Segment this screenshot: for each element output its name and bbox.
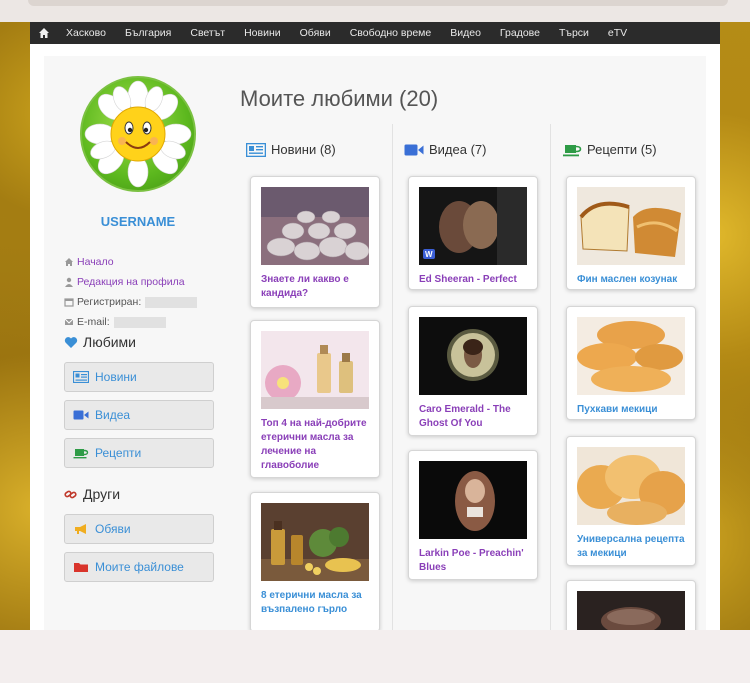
profile-links: Начало Редакция на профила Регистриран: … — [64, 252, 224, 332]
user-icon — [65, 277, 73, 287]
megaphone-icon — [75, 524, 86, 534]
nav-item-cities[interactable]: Градове — [500, 27, 540, 39]
email-label: E-mail: — [77, 316, 110, 328]
favorites-news-label: Новини — [95, 370, 137, 384]
newspaper-icon — [246, 142, 266, 157]
nav-item-etv[interactable]: eTV — [608, 27, 627, 39]
news-thumbnail-stones — [261, 187, 369, 265]
video-thumbnail-caro-emerald — [419, 317, 527, 395]
coffee-cup-icon — [563, 144, 582, 156]
page-container: USERNAME Начало Редакция на профила Реги… — [30, 44, 720, 630]
heart-icon — [64, 336, 78, 348]
recipe-card[interactable] — [566, 580, 696, 630]
profile-edit-row[interactable]: Редакция на профила — [64, 272, 224, 292]
email-value-redacted — [113, 316, 166, 328]
home-icon[interactable] — [38, 27, 50, 39]
calendar-icon — [64, 298, 74, 307]
edit-profile-link[interactable]: Редакция на профила — [77, 276, 185, 288]
favorites-videos-label: Видеа — [95, 408, 131, 422]
favorites-recipes-label: Рецепти — [95, 446, 142, 460]
news-thumbnail-herbs-oils — [261, 503, 369, 581]
news-card[interactable]: Топ 4 на най-добрите етерични масла за л… — [250, 320, 380, 478]
home-icon — [65, 258, 73, 266]
news-thumbnail-essential-oils — [261, 331, 369, 409]
link-icon — [64, 490, 77, 498]
newspaper-icon — [73, 371, 89, 383]
nav-item-search[interactable]: Търси — [559, 27, 589, 39]
favorites-title: Любими — [83, 334, 136, 350]
other-section-title: Други — [64, 486, 120, 502]
other-ads-button[interactable]: Обяви — [64, 514, 214, 544]
news-column-title: Новини (8) — [271, 142, 336, 157]
video-item-title[interactable]: Ed Sheeran - Perfect — [419, 273, 527, 287]
video-item-title[interactable]: Larkin Poe - Preachin' Blues — [419, 547, 527, 575]
top-pill — [28, 0, 728, 6]
news-item-title[interactable]: 8 етерични масла за възпалено гърло — [261, 589, 369, 617]
video-card[interactable]: W Ed Sheeran - Perfect — [408, 176, 538, 290]
news-item-title[interactable]: Топ 4 на най-добрите етерични масла за л… — [261, 417, 369, 473]
registered-label: Регистриран: — [77, 296, 142, 308]
recipes-column-header: Рецепти (5) — [562, 142, 657, 157]
daisy-avatar-image — [84, 80, 192, 188]
recipes-column-title: Рецепти (5) — [587, 142, 657, 157]
bottom-strip — [0, 630, 750, 683]
content-panel: USERNAME Начало Редакция на профила Реги… — [44, 56, 706, 630]
other-title: Други — [83, 486, 121, 502]
nav-item-bulgaria[interactable]: България — [125, 27, 171, 39]
favorites-recipes-button[interactable]: Рецепти — [64, 438, 214, 468]
column-divider — [392, 124, 393, 630]
recipe-card[interactable]: Фин маслен козунак — [566, 176, 696, 290]
video-thumbnail-ed-sheeran: W — [419, 187, 527, 265]
top-navbar: Хасково България Светът Новини Обяви Сво… — [30, 22, 720, 44]
recipe-thumbnail-mekici-universal — [577, 447, 685, 525]
profile-home-row[interactable]: Начало — [64, 252, 224, 272]
news-card[interactable]: 8 етерични масла за възпалено гърло — [250, 492, 380, 630]
folder-icon — [74, 563, 88, 572]
column-divider — [550, 124, 551, 630]
video-card[interactable]: Larkin Poe - Preachin' Blues — [408, 450, 538, 580]
username[interactable]: USERNAME — [44, 214, 232, 229]
registered-value-redacted — [145, 296, 198, 308]
page-title: Моите любими (20) — [240, 86, 439, 111]
recipe-card[interactable]: Пухкави мекици — [566, 306, 696, 420]
video-thumbnail-larkin-poe — [419, 461, 527, 539]
news-column-header: Новини (8) — [246, 142, 336, 157]
video-camera-icon — [404, 144, 424, 155]
video-camera-icon — [73, 410, 89, 420]
nav-item-news[interactable]: Новини — [244, 27, 281, 39]
videos-column-header: Видеа (7) — [404, 142, 486, 157]
videos-column-title: Видеа (7) — [429, 142, 487, 157]
video-card[interactable]: Caro Emerald - The Ghost Of You — [408, 306, 538, 436]
coffee-cup-icon — [73, 449, 89, 459]
other-ads-label: Обяви — [95, 522, 131, 536]
browser-top-strip — [0, 0, 750, 22]
recipe-thumbnail-kozunak — [577, 187, 685, 265]
nav-item-ads[interactable]: Обяви — [300, 27, 331, 39]
news-card[interactable]: Знаете ли какво е кандида? — [250, 176, 380, 308]
recipe-item-title[interactable]: Пухкави мекици — [577, 403, 685, 417]
recipe-thumbnail-chocolate — [577, 591, 685, 630]
profile-registered-row: Регистриран: — [64, 292, 224, 312]
svg-text:W: W — [425, 250, 433, 259]
nav-item-video[interactable]: Видео — [450, 27, 481, 39]
other-my-files-label: Моите файлове — [95, 560, 184, 574]
news-item-title[interactable]: Знаете ли какво е кандида? — [261, 273, 369, 301]
favorites-videos-button[interactable]: Видеа — [64, 400, 214, 430]
favorites-news-button[interactable]: Новини — [64, 362, 214, 392]
recipe-thumbnail-mekici — [577, 317, 685, 395]
envelope-icon — [64, 318, 74, 325]
favorites-section-title: Любими — [64, 334, 136, 350]
recipe-card[interactable]: Универсална рецепта за мекици — [566, 436, 696, 566]
recipe-item-title[interactable]: Фин маслен козунак — [577, 273, 685, 287]
nav-item-haskovo[interactable]: Хасково — [66, 27, 106, 39]
profile-email-row: E-mail: — [64, 312, 224, 332]
nav-item-free-time[interactable]: Свободно време — [350, 27, 432, 39]
other-my-files-button[interactable]: Моите файлове — [64, 552, 214, 582]
home-link[interactable]: Начало — [77, 256, 114, 268]
nav-item-world[interactable]: Светът — [190, 27, 225, 39]
video-item-title[interactable]: Caro Emerald - The Ghost Of You — [419, 403, 527, 431]
recipe-item-title[interactable]: Универсална рецепта за мекици — [577, 533, 685, 561]
avatar[interactable] — [80, 76, 196, 192]
